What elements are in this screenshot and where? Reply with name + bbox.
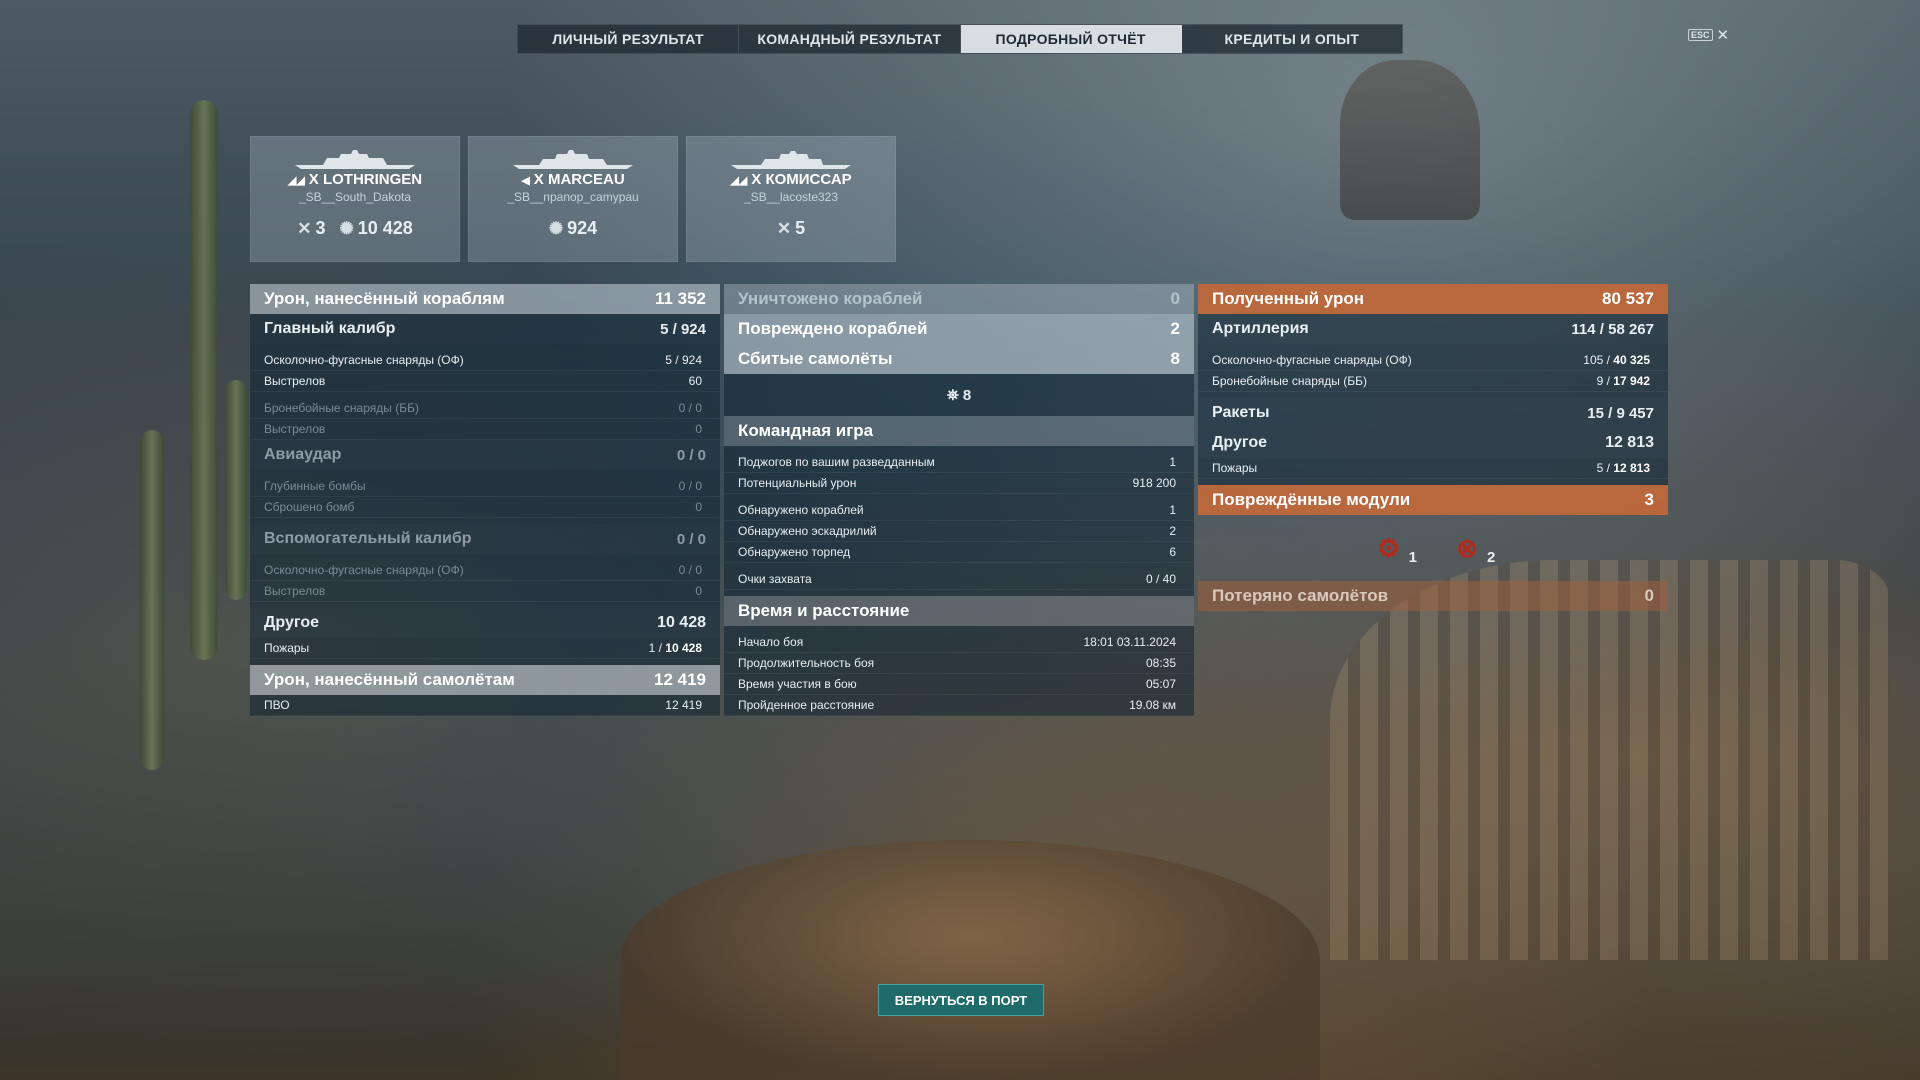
player-name: _SB__South_Dakota [298, 190, 412, 204]
team-play-header: Командная игра [724, 416, 1194, 446]
team-play-row: Очки захвата 0 / 40 [724, 569, 1194, 590]
ship-name: ◢◢ X КОМИССАР [730, 171, 852, 188]
background-rock [1340, 60, 1480, 220]
team-play-row: Потенциальный урон 918 200 [724, 473, 1194, 494]
ship-card[interactable]: ◀ X MARCEAU _SB__npanop_camypau ✺ 924 [468, 136, 678, 262]
fires-row: Пожары 1 / 10 428 [250, 638, 720, 659]
planes-shot-header: Сбитые самолёты 8 [724, 344, 1194, 374]
rockets-row: Ракеты 15 / 9 457 [1198, 398, 1668, 428]
planes-lost-header: Потеряно самолётов 0 [1198, 581, 1668, 611]
time-row: Пройденное расстояние 19.08 км [724, 695, 1194, 716]
ship-silhouette-icon [513, 150, 633, 169]
other-damage-row: Другое 10 428 [250, 608, 720, 638]
secondary-he-row: Осколочно-фугасные снаряды (ОФ) 0 / 0 [250, 560, 720, 581]
damage-received-panel: Полученный урон 80 537 Артиллерия 114 / 58… [1198, 284, 1668, 611]
ship-damage-header: Урон, нанесённый кораблям 11 352 [250, 284, 720, 314]
background-cactus [225, 380, 247, 600]
plane-damage-header: Урон, нанесённый самолётам 12 419 [250, 665, 720, 695]
received-fires-row: Пожары 5 / 12 813 [1198, 458, 1668, 479]
ship-card-stats: ✕ 3 ✺ 10 428 [297, 218, 413, 238]
combat-summary-panel: Уничтожено кораблей 0 Повреждено кораблей… [724, 284, 1194, 716]
destroyed-icon: ✕ [297, 219, 312, 238]
esc-close-button[interactable]: ESC ✕ [1688, 26, 1729, 44]
background-city [1330, 560, 1890, 960]
ship-name: ◀ X MARCEAU [521, 171, 625, 188]
player-name: _SB__lacoste323 [743, 190, 839, 204]
destroyer-class-icon: ◢◢ [730, 175, 748, 187]
secondary-battery-row: Вспомогательный калибр 0 / 0 [250, 524, 720, 554]
background-cactus [190, 100, 218, 660]
background-cliff [620, 840, 1320, 1080]
time-distance-header: Время и расстояние [724, 596, 1194, 626]
ship-card[interactable]: ◢◢ X КОМИССАР _SB__lacoste323 ✕ 5 [686, 136, 896, 262]
team-play-row: Обнаружено кораблей 1 [724, 500, 1194, 521]
damaged-modules-header: Повреждённые модули 3 [1198, 485, 1668, 515]
close-icon: ✕ [1716, 27, 1730, 44]
received-other-row: Другое 12 813 [1198, 428, 1668, 458]
player-name: _SB__npanop_camypau [507, 190, 639, 204]
aa-row: ПВО 12 419 [250, 695, 720, 716]
ship-card-stats: ✺ 924 [548, 218, 598, 238]
time-row: Продолжительность боя 08:35 [724, 653, 1194, 674]
shots-row: Выстрелов 0 [250, 419, 720, 440]
damage-dealt-panel: Урон, нанесённый кораблям 11 352 Главный … [250, 284, 720, 716]
damaged-modules-list: ⚙ 1 ⊗ 2 [1198, 515, 1668, 581]
esc-key-icon: ESC [1688, 29, 1713, 41]
main-battery-row: Главный калибр 5 / 924 [250, 314, 720, 344]
ship-card[interactable]: ◢◢ X LOTHRINGEN _SB__South_Dakota ✕ 3 ✺ 10 … [250, 136, 460, 262]
depth-charges-row: Глубинные бомбы 0 / 0 [250, 476, 720, 497]
received-damage-header: Полученный урон 80 537 [1198, 284, 1668, 314]
shots-row: Выстрелов 60 [250, 371, 720, 392]
ship-card-stats: ✕ 5 [776, 218, 806, 238]
airstrike-row: Авиаудар 0 / 0 [250, 440, 720, 470]
damaged-ships-header: Повреждено кораблей 2 [724, 314, 1194, 344]
ap-shells-row: Бронебойные снаряды (ББ) 0 / 0 [250, 398, 720, 419]
artillery-row: Артиллерия 114 / 58 267 [1198, 314, 1668, 344]
tab-personal-result[interactable]: ЛИЧНЫЙ РЕЗУЛЬТАТ [518, 25, 740, 53]
ship-silhouette-icon [731, 151, 851, 169]
result-tabs: ЛИЧНЫЙ РЕЗУЛЬТАТ КОМАНДНЫЙ РЕЗУЛЬТАТ ПОД… [517, 24, 1403, 54]
planes-shot-summary: ⛯ 8 [724, 374, 1194, 416]
damage-icon: ✺ [339, 219, 354, 238]
return-to-port-button[interactable]: ВЕРНУТЬСЯ В ПОРТ [878, 984, 1044, 1016]
received-ap-row: Бронебойные снаряды (ББ) 9 / 17 942 [1198, 371, 1668, 392]
background-cactus [140, 430, 164, 770]
engine-module-icon: ⚙ [1377, 532, 1401, 563]
ship-name: ◢◢ X LOTHRINGEN [287, 171, 423, 188]
time-row: Начало боя 18:01 03.11.2024 [724, 632, 1194, 653]
team-play-row: Обнаружено эскадрилий 2 [724, 521, 1194, 542]
damage-icon: ✺ [548, 219, 564, 238]
tab-team-result[interactable]: КОМАНДНЫЙ РЕЗУЛЬТАТ [739, 25, 961, 53]
shots-row: Выстрелов 0 [250, 581, 720, 602]
ship-silhouette-icon [295, 150, 415, 169]
destroyed-ships-header: Уничтожено кораблей 0 [724, 284, 1194, 314]
team-play-row: Обнаружено торпед 6 [724, 542, 1194, 563]
steering-module: ⊗ 2 [1449, 530, 1495, 567]
engine-module: ⚙ 1 [1371, 530, 1417, 567]
team-play-row: Поджогов по вашим разведданным 1 [724, 452, 1194, 473]
time-row: Время участия в бою 05:07 [724, 674, 1194, 695]
tab-credits-xp[interactable]: КРЕДИТЫ И ОПЫТ [1182, 25, 1402, 53]
tab-detailed-report[interactable]: ПОДРОБНЫЙ ОТЧЁТ [960, 25, 1182, 53]
received-he-row: Осколочно-фугасные снаряды (ОФ) 105 / 40 … [1198, 350, 1668, 371]
bombs-dropped-row: Сброшено бомб 0 [250, 497, 720, 518]
plane-shot-icon: ⛯ [946, 386, 959, 404]
destroyed-icon: ✕ [776, 219, 792, 238]
battleship-class-icon: ◀ [521, 175, 530, 187]
steering-module-icon: ⊗ [1456, 532, 1478, 563]
destroyer-class-icon: ◢◢ [287, 175, 305, 187]
he-shells-row: Осколочно-фугасные снаряды (ОФ) 5 / 924 [250, 350, 720, 371]
